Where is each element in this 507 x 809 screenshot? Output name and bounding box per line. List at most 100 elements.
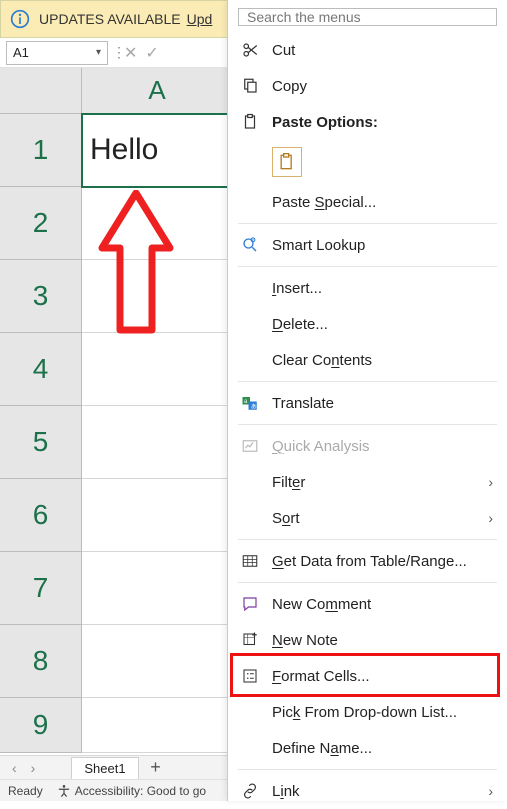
separator xyxy=(238,769,497,770)
menu-smart-lookup-label: Smart Lookup xyxy=(272,237,493,254)
clipboard-icon xyxy=(240,112,260,132)
cell-a8[interactable] xyxy=(82,625,233,698)
menu-filter-label: Filter xyxy=(272,474,476,491)
svg-text:あ: あ xyxy=(251,403,257,410)
cell-a4[interactable] xyxy=(82,333,233,406)
menu-get-data[interactable]: Get Data from Table/Range... xyxy=(228,543,507,579)
menu-paste-special-label: Paste Special... xyxy=(272,194,493,211)
row-header-4[interactable]: 4 xyxy=(0,333,82,406)
cell-a3[interactable] xyxy=(82,260,233,333)
menu-define-name[interactable]: Define Name... xyxy=(228,730,507,766)
menu-quick-analysis: Quick Analysis xyxy=(228,428,507,464)
row-header-7[interactable]: 7 xyxy=(0,552,82,625)
separator xyxy=(238,223,497,224)
separator xyxy=(238,424,497,425)
select-all-corner[interactable] xyxy=(0,68,82,114)
add-sheet-icon[interactable]: + xyxy=(145,757,167,778)
menu-paste-options-label: Paste Options: xyxy=(272,114,493,131)
info-icon xyxy=(9,8,31,30)
menu-new-note-label: New Note xyxy=(272,632,493,649)
scissors-icon xyxy=(240,40,260,60)
sheet-tab-1[interactable]: Sheet1 xyxy=(71,757,138,779)
menu-cut-label: Cut xyxy=(272,42,493,59)
status-ready: Ready xyxy=(8,784,43,798)
cell-a1[interactable]: Hello xyxy=(82,114,233,187)
menu-insert-label: Insert... xyxy=(272,280,493,297)
menu-paste-options: Paste Options: xyxy=(228,104,507,140)
row-header-8[interactable]: 8 xyxy=(0,625,82,698)
separator xyxy=(238,582,497,583)
name-box-value: A1 xyxy=(13,45,29,60)
menu-new-note[interactable]: New Note xyxy=(228,622,507,658)
menu-format-cells[interactable]: Format Cells... xyxy=(228,658,507,694)
cell-a6[interactable] xyxy=(82,479,233,552)
tab-prev-icon[interactable]: ‹ xyxy=(8,760,21,776)
grip-icon: ⋮ xyxy=(112,44,118,61)
menu-smart-lookup[interactable]: Smart Lookup xyxy=(228,227,507,263)
menu-filter[interactable]: Filter › xyxy=(228,464,507,500)
table-icon xyxy=(240,551,260,571)
row-header-5[interactable]: 5 xyxy=(0,406,82,479)
menu-translate[interactable]: aあ Translate xyxy=(228,385,507,421)
menu-clear-contents[interactable]: Clear Contents xyxy=(228,342,507,378)
row-header-3[interactable]: 3 xyxy=(0,260,82,333)
copy-icon xyxy=(240,76,260,96)
row-header-6[interactable]: 6 xyxy=(0,479,82,552)
separator xyxy=(238,381,497,382)
cell-a1-value: Hello xyxy=(90,133,158,167)
menu-define-name-label: Define Name... xyxy=(272,740,493,757)
menu-insert[interactable]: Insert... xyxy=(228,270,507,306)
banner-text: UPDATES AVAILABLE xyxy=(39,11,181,27)
menu-link[interactable]: Link › xyxy=(228,773,507,809)
menu-pick-list-label: Pick From Drop-down List... xyxy=(272,704,493,721)
sheet-tab-label: Sheet1 xyxy=(84,761,125,776)
menu-get-data-label: Get Data from Table/Range... xyxy=(272,553,493,570)
row-header-9[interactable]: 9 xyxy=(0,698,82,753)
row-header-1[interactable]: 1 xyxy=(0,114,82,187)
paste-default-button[interactable] xyxy=(272,147,302,177)
context-menu: Search the menus Cut Copy Paste Options:… xyxy=(227,0,507,801)
menu-copy-label: Copy xyxy=(272,78,493,95)
name-box[interactable]: A1 ▾ xyxy=(6,41,108,65)
menu-delete[interactable]: Delete... xyxy=(228,306,507,342)
tab-next-icon[interactable]: › xyxy=(27,760,40,776)
menu-search-input[interactable]: Search the menus xyxy=(238,8,497,26)
status-accessibility: Accessibility: Good to go xyxy=(75,784,206,798)
menu-sort[interactable]: Sort › xyxy=(228,500,507,536)
row-header-2[interactable]: 2 xyxy=(0,187,82,260)
menu-search-placeholder: Search the menus xyxy=(247,9,361,25)
commit-icon[interactable]: ✓ xyxy=(143,43,160,63)
cell-a2[interactable] xyxy=(82,187,233,260)
menu-copy[interactable]: Copy xyxy=(228,68,507,104)
format-cells-icon xyxy=(240,666,260,686)
menu-new-comment[interactable]: New Comment xyxy=(228,586,507,622)
column-header-a[interactable]: A xyxy=(82,68,233,114)
separator xyxy=(238,266,497,267)
link-icon xyxy=(240,781,260,801)
menu-delete-label: Delete... xyxy=(272,316,493,333)
chevron-right-icon: › xyxy=(488,510,493,526)
quick-analysis-icon xyxy=(240,436,260,456)
chevron-right-icon: › xyxy=(488,783,493,799)
accessibility-icon[interactable]: Accessibility: Good to go xyxy=(57,784,206,798)
comment-icon xyxy=(240,594,260,614)
chevron-down-icon[interactable]: ▾ xyxy=(96,47,101,58)
paste-option-row xyxy=(228,140,507,184)
note-icon xyxy=(240,630,260,650)
menu-pick-list[interactable]: Pick From Drop-down List... xyxy=(228,694,507,730)
menu-new-comment-label: New Comment xyxy=(272,596,493,613)
menu-cut[interactable]: Cut xyxy=(228,32,507,68)
separator xyxy=(238,539,497,540)
menu-sort-label: Sort xyxy=(272,510,476,527)
chevron-right-icon: › xyxy=(488,474,493,490)
menu-link-label: Link xyxy=(272,783,476,800)
cell-a5[interactable] xyxy=(82,406,233,479)
cancel-icon[interactable]: ✕ xyxy=(122,43,139,63)
banner-link[interactable]: Upd xyxy=(187,11,213,27)
menu-paste-special[interactable]: Paste Special... xyxy=(228,184,507,220)
menu-translate-label: Translate xyxy=(272,395,493,412)
search-icon xyxy=(240,235,260,255)
cell-a9[interactable] xyxy=(82,698,233,753)
menu-clear-contents-label: Clear Contents xyxy=(272,352,493,369)
cell-a7[interactable] xyxy=(82,552,233,625)
